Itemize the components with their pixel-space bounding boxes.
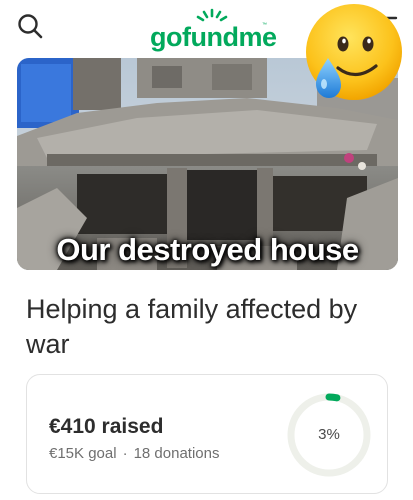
goal-amount: €15K goal: [49, 445, 117, 462]
search-icon: [18, 14, 43, 39]
meta-separator: ·: [122, 445, 128, 462]
goal-and-donations: €15K goal · 18 donations: [49, 445, 219, 462]
donation-count: 18 donations: [133, 445, 220, 462]
amount-raised: €410 raised: [49, 415, 164, 438]
logo-text: gofundme: [150, 22, 277, 52]
campaign-title: Helping a family affected by war: [26, 294, 358, 359]
search-button[interactable]: [14, 10, 48, 44]
logo-trademark: ™: [262, 22, 267, 28]
donation-progress-card[interactable]: €410 raised €15K goal · 18 donations 3%: [26, 374, 388, 494]
progress-percent: 3%: [318, 426, 340, 443]
hero-caption: Our destroyed house: [56, 232, 359, 267]
gofundme-logo[interactable]: gofundme ™: [150, 8, 277, 52]
crying-face-emoji-icon: [306, 4, 402, 100]
progress-ring: 3%: [285, 391, 373, 479]
